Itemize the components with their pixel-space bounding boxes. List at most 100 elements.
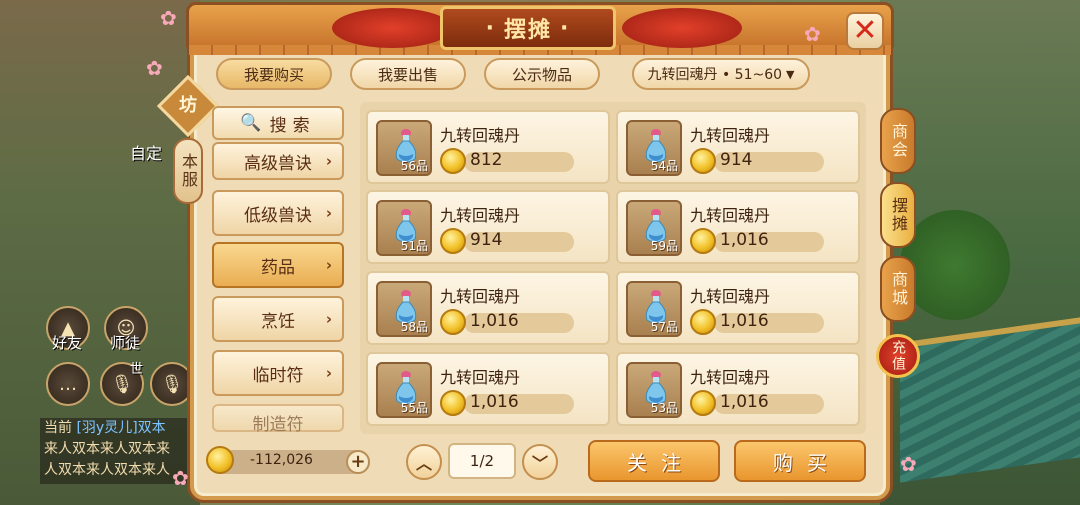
item-quality: 56品 xyxy=(400,159,428,173)
page-prev-button[interactable]: ︿ xyxy=(406,444,442,480)
category-cooking[interactable]: 烹饪 › xyxy=(212,296,344,342)
item-quality: 51品 xyxy=(400,239,428,253)
tab-buy[interactable]: 我要购买 xyxy=(216,58,332,90)
tab-chamber[interactable]: 商会 xyxy=(880,108,916,174)
close-button[interactable]: ✕ xyxy=(846,12,884,50)
rtab-label: 摆摊 xyxy=(889,197,908,233)
item-slot: 57品 xyxy=(626,281,682,337)
item-card[interactable]: 56品 九转回魂丹 812 xyxy=(366,110,610,184)
coin-icon xyxy=(440,228,466,254)
item-name: 九转回魂丹 xyxy=(690,126,771,145)
item-card[interactable]: 59品 九转回魂丹 1,016 xyxy=(616,190,860,264)
category-label: 烹饪 xyxy=(261,311,295,332)
chat-line: 来人双本来人双本来 xyxy=(44,441,170,457)
item-price: 1,016 xyxy=(720,392,769,412)
item-slot: 59品 xyxy=(626,200,682,256)
coin-icon xyxy=(206,446,234,474)
item-name: 九转回魂丹 xyxy=(690,368,771,387)
filter-label: 九转回魂丹 • 51~60 xyxy=(647,67,783,83)
item-name: 九转回魂丹 xyxy=(440,287,521,306)
tab-stall[interactable]: 摆摊 xyxy=(880,182,916,248)
buy-label: 购买 xyxy=(773,450,841,475)
tab-label: 公示物品 xyxy=(511,65,572,84)
page-next-button[interactable]: ﹀ xyxy=(522,444,558,480)
category-basic-skill[interactable]: 低级兽诀 › xyxy=(212,190,344,236)
search-button[interactable]: 🔍 搜索 xyxy=(212,106,344,140)
item-quality: 57品 xyxy=(650,320,678,334)
coin-icon xyxy=(440,390,466,416)
server-label: 本服 xyxy=(179,153,198,189)
item-name: 九转回魂丹 xyxy=(690,287,771,306)
search-icon: 🔍 xyxy=(240,113,262,133)
category-label: 药品 xyxy=(261,257,295,278)
rtab-label: 充值 xyxy=(890,340,906,372)
item-slot: 51品 xyxy=(376,200,432,256)
chat-bubble-button[interactable]: … xyxy=(46,362,90,406)
ribbon-left xyxy=(332,8,452,48)
tab-mall[interactable]: 商城 xyxy=(880,256,916,322)
item-quality: 58品 xyxy=(400,320,428,334)
item-card[interactable]: 57品 九转回魂丹 1,016 xyxy=(616,271,860,345)
flower-icon: ✿ xyxy=(160,6,177,30)
item-card[interactable]: 54品 九转回魂丹 914 xyxy=(616,110,860,184)
coin-icon xyxy=(690,309,716,335)
item-price: 1,016 xyxy=(720,311,769,331)
plus-icon: + xyxy=(350,451,366,472)
recharge-button[interactable]: 充值 xyxy=(876,334,920,378)
category-label: 高级兽诀 xyxy=(244,153,312,174)
chevron-down-icon: ▼ xyxy=(786,67,795,81)
friends-label: 好友 xyxy=(52,334,83,352)
item-price: 914 xyxy=(470,230,503,250)
tree-scenery xyxy=(900,210,1010,320)
coin-icon xyxy=(690,148,716,174)
item-card[interactable]: 58品 九转回魂丹 1,016 xyxy=(366,271,610,345)
item-price: 914 xyxy=(720,150,753,170)
item-price: 1,016 xyxy=(470,392,519,412)
item-slot: 53品 xyxy=(626,362,682,418)
buy-button[interactable]: 购买 xyxy=(734,440,866,482)
tab-label: 我要出售 xyxy=(377,65,438,84)
item-card[interactable]: 55品 九转回魂丹 1,016 xyxy=(366,352,610,426)
tab-public[interactable]: 公示物品 xyxy=(484,58,600,90)
category-advanced-skill[interactable]: 高级兽诀 › xyxy=(212,142,344,180)
item-slot: 56品 xyxy=(376,120,432,176)
item-name: 九转回魂丹 xyxy=(440,126,521,145)
chevron-up-icon: ︿ xyxy=(415,454,432,473)
title-dot: · xyxy=(560,15,571,41)
category-temp-talisman[interactable]: 临时符 › xyxy=(212,350,344,396)
item-filter-dropdown[interactable]: 九转回魂丹 • 51~60 ▼ xyxy=(632,58,810,90)
flower-icon: ✿ xyxy=(172,466,189,490)
flower-icon: ✿ xyxy=(900,452,917,476)
category-label: 低级兽诀 xyxy=(244,205,312,226)
page-indicator: 1/2 xyxy=(448,443,516,479)
master-label: 师徒 xyxy=(110,334,141,352)
category-craft-talisman[interactable]: 制造符 xyxy=(212,404,344,435)
item-card[interactable]: 53品 九转回魂丹 1,016 xyxy=(616,352,860,426)
chevron-right-icon: › xyxy=(325,204,332,222)
follow-button[interactable]: 关注 xyxy=(588,440,720,482)
world-channel-label: 世 xyxy=(130,362,144,377)
flower-icon: ✿ xyxy=(804,22,821,46)
chat-bubble-icon: … xyxy=(59,373,77,395)
item-name: 九转回魂丹 xyxy=(440,368,521,387)
chat-text: [羽y灵儿]双本 xyxy=(76,420,166,436)
chevron-right-icon: › xyxy=(325,256,332,274)
item-card[interactable]: 51品 九转回魂丹 914 xyxy=(366,190,610,264)
ribbon-right xyxy=(622,8,742,48)
tab-sell[interactable]: 我要出售 xyxy=(350,58,466,90)
category-medicine[interactable]: 药品 › xyxy=(212,242,344,288)
follow-label: 关注 xyxy=(627,450,695,475)
item-slot: 54品 xyxy=(626,120,682,176)
add-funds-button[interactable]: + xyxy=(346,450,370,474)
server-tag[interactable]: 本服 xyxy=(173,138,203,204)
item-price: 1,016 xyxy=(470,311,519,331)
chat-line: 当前 [羽y灵儿]双本 xyxy=(44,418,200,439)
player-name-label: 自定 xyxy=(130,144,163,163)
coin-icon xyxy=(690,228,716,254)
tab-label: 我要购买 xyxy=(243,65,304,84)
rtab-label: 商会 xyxy=(889,123,908,159)
voice-button-2[interactable]: 🎙 xyxy=(150,362,194,406)
coin-icon xyxy=(440,309,466,335)
item-quality: 53品 xyxy=(650,401,678,415)
item-slot: 55品 xyxy=(376,362,432,418)
